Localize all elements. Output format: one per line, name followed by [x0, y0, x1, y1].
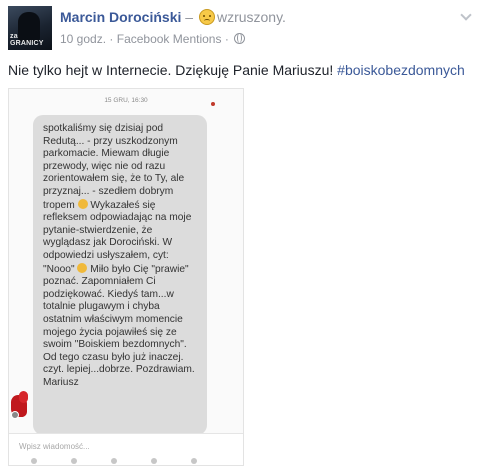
- laugh-emoji-icon: [77, 262, 88, 273]
- author-name-link[interactable]: Marcin Dorociński: [60, 9, 181, 25]
- sender-avatar-shape-2: [19, 391, 28, 403]
- compose-input: Wpisz wiadomość...: [19, 442, 90, 451]
- chevron-down-icon[interactable]: [458, 10, 474, 24]
- compose-bar: Wpisz wiadomość...: [9, 433, 243, 465]
- post-message: Nie tylko hejt w Internecie. Dziękuję Pa…: [8, 62, 334, 78]
- sender-badge-icon: [11, 411, 19, 419]
- author-line: Marcin Dorociński – wzruszony.: [60, 9, 286, 25]
- status-dot: [211, 102, 215, 106]
- hashtag-link[interactable]: #boiskobezdomnych: [337, 62, 465, 78]
- post-meta: 10 godz. · Facebook Mentions ·: [60, 32, 246, 46]
- compose-icon: [111, 458, 117, 464]
- message-date: 15 GRU, 16:30: [104, 97, 148, 104]
- compose-icon: [151, 458, 157, 464]
- feeling-dash: –: [185, 9, 194, 25]
- post-time-link[interactable]: 10 godz.: [60, 32, 106, 46]
- avatar-caption: za GRANICY: [10, 33, 44, 47]
- compose-icon: [191, 458, 197, 464]
- feeling-emoji-icon: [198, 9, 215, 25]
- message-part-1: spotkaliśmy się dzisiaj pod Redutą... - …: [43, 123, 185, 211]
- feeling-label: wzruszony.: [216, 9, 286, 25]
- smile-emoji-icon: [77, 198, 88, 209]
- meta-separator-2: ·: [224, 32, 229, 46]
- post-photo[interactable]: 15 GRU, 16:30 spotkaliśmy się dzisiaj po…: [8, 88, 244, 466]
- compose-icons: [29, 458, 229, 465]
- message-part-3: Miło było Cię "prawie" poznać. Zapomniał…: [43, 263, 195, 388]
- post-source-link[interactable]: Facebook Mentions: [117, 32, 222, 46]
- post-header: za GRANICY Marcin Dorociński – wzruszony…: [8, 6, 478, 54]
- globe-icon[interactable]: [234, 33, 246, 44]
- message-bubble: spotkaliśmy się dzisiaj pod Redutą... - …: [33, 115, 207, 435]
- post-text: Nie tylko hejt w Internecie. Dziękuję Pa…: [8, 62, 465, 78]
- message-text: spotkaliśmy się dzisiaj pod Redutą... - …: [43, 123, 199, 389]
- compose-icon: [31, 458, 37, 464]
- meta-separator: ·: [109, 32, 114, 46]
- author-avatar[interactable]: za GRANICY: [8, 6, 52, 50]
- compose-icon: [71, 458, 77, 464]
